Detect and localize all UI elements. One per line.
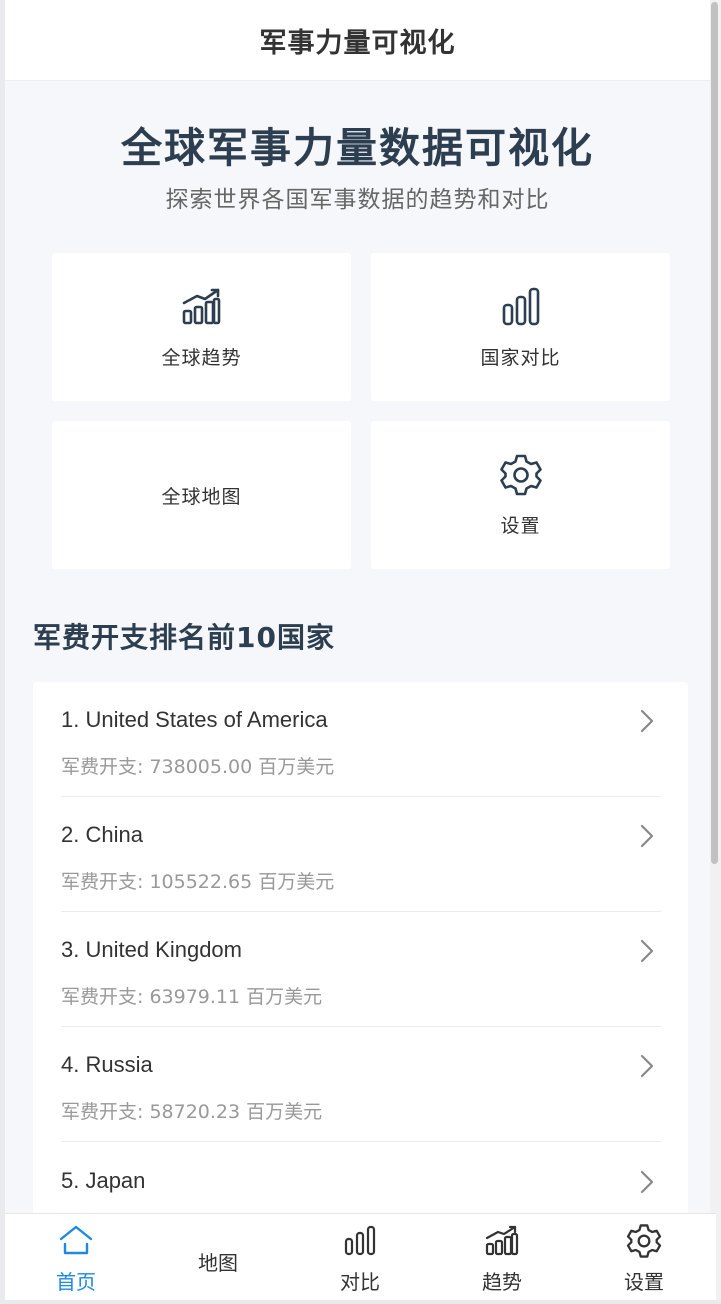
bottom-tab-bar: 首页 地图 对比 趋势 设置 — [5, 1213, 716, 1300]
card-label: 设置 — [500, 514, 541, 537]
tab-trend[interactable]: 趋势 — [431, 1214, 573, 1301]
gear-icon — [499, 453, 543, 497]
tab-home[interactable]: 首页 — [5, 1214, 147, 1301]
trend-chart-icon — [484, 1223, 520, 1259]
list-item[interactable]: 4. Russia 军费开支: 58720.23 百万美元 — [61, 1027, 661, 1142]
chevron-right-icon — [639, 1053, 655, 1079]
tab-label: 地图 — [198, 1251, 238, 1275]
bar-chart-icon — [499, 285, 543, 329]
bar-chart-icon — [342, 1223, 378, 1259]
ranking-list: 1. United States of America 军费开支: 738005… — [33, 682, 688, 1213]
country-name: 3. United Kingdom — [61, 937, 242, 962]
card-global-trend[interactable]: 全球趋势 — [52, 253, 351, 401]
scrollbar-thumb[interactable] — [711, 2, 718, 864]
card-label: 国家对比 — [480, 346, 561, 369]
card-global-map[interactable]: 全球地图 — [52, 421, 351, 569]
list-item[interactable]: 5. Japan — [61, 1143, 661, 1213]
nav-title: 军事力量可视化 — [259, 27, 456, 59]
window-edge-bottom — [0, 1300, 721, 1304]
tab-settings[interactable]: 设置 — [573, 1214, 715, 1301]
tab-label: 首页 — [56, 1270, 96, 1294]
nav-bar: 军事力量可视化 — [5, 0, 710, 81]
chevron-right-icon — [639, 938, 655, 964]
gear-icon — [626, 1223, 662, 1259]
tab-compare[interactable]: 对比 — [289, 1214, 431, 1301]
card-country-compare[interactable]: 国家对比 — [371, 253, 670, 401]
tab-label: 设置 — [624, 1270, 664, 1294]
chevron-right-icon — [639, 1169, 655, 1195]
card-settings[interactable]: 设置 — [371, 421, 670, 569]
ranking-section-title: 军费开支排名前10国家 — [33, 621, 335, 654]
chevron-right-icon — [639, 823, 655, 849]
card-label: 全球地图 — [161, 485, 242, 508]
card-label: 全球趋势 — [161, 346, 242, 369]
main-content: 全球军事力量数据可视化 探索世界各国军事数据的趋势和对比 全球趋势 国家对比 全… — [5, 81, 710, 1213]
expenditure-value: 军费开支: 738005.00 百万美元 — [61, 756, 335, 778]
tab-map[interactable]: 地图 — [147, 1214, 289, 1301]
list-item[interactable]: 3. United Kingdom 军费开支: 63979.11 百万美元 — [61, 912, 661, 1027]
country-name: 4. Russia — [61, 1052, 153, 1077]
country-name: 5. Japan — [61, 1168, 146, 1193]
list-item[interactable]: 1. United States of America 军费开支: 738005… — [61, 682, 661, 797]
scrollbar[interactable] — [710, 0, 721, 1304]
country-name: 1. United States of America — [61, 707, 328, 732]
tab-label: 趋势 — [482, 1270, 522, 1294]
hero-subtitle: 探索世界各国军事数据的趋势和对比 — [165, 187, 550, 213]
chevron-right-icon — [639, 708, 655, 734]
country-name: 2. China — [61, 822, 143, 847]
tab-label: 对比 — [340, 1270, 380, 1294]
expenditure-value: 军费开支: 105522.65 百万美元 — [61, 871, 335, 893]
list-item[interactable]: 2. China 军费开支: 105522.65 百万美元 — [61, 797, 661, 912]
hero-title: 全球军事力量数据可视化 — [121, 124, 594, 172]
app-root: 军事力量可视化 全球军事力量数据可视化 探索世界各国军事数据的趋势和对比 全球趋… — [0, 0, 721, 1304]
expenditure-value: 军费开支: 58720.23 百万美元 — [61, 1101, 323, 1123]
home-icon — [58, 1223, 94, 1259]
trend-chart-icon — [180, 285, 224, 329]
expenditure-value: 军费开支: 63979.11 百万美元 — [61, 986, 323, 1008]
